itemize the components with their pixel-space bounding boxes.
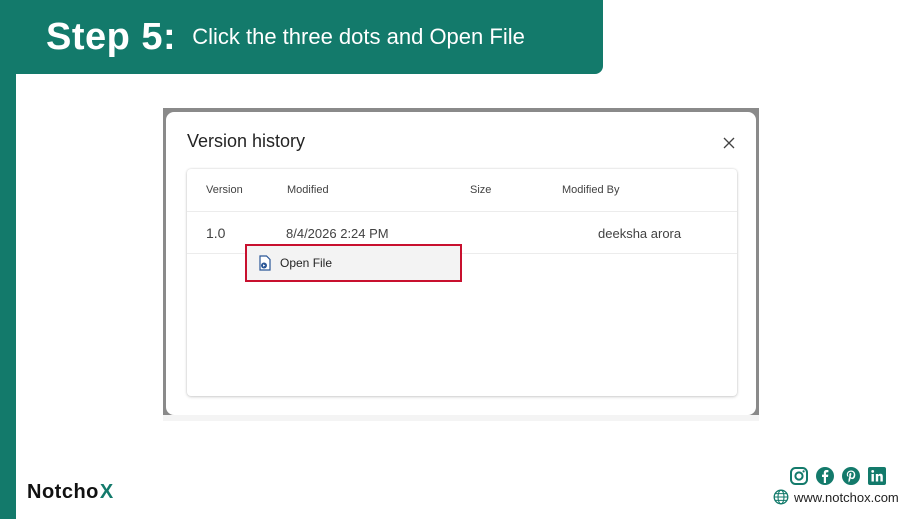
background-strip: [163, 415, 759, 421]
column-header-size[interactable]: Size: [470, 184, 491, 196]
step-number: Step 5:: [46, 15, 177, 58]
version-cell: 1.0: [206, 225, 226, 241]
brand-name: Notcho: [27, 480, 99, 503]
open-file-menu-item[interactable]: Open File: [245, 244, 462, 282]
notchox-logo: Notcho X: [27, 480, 114, 504]
header-divider: [187, 211, 737, 212]
linkedin-icon[interactable]: [867, 466, 887, 486]
brand-mark: X: [99, 480, 114, 503]
dialog-title: Version history: [187, 131, 306, 151]
globe-icon: [773, 489, 789, 505]
facebook-icon[interactable]: [815, 466, 835, 486]
column-header-version[interactable]: Version: [206, 184, 243, 196]
column-header-modified-by[interactable]: Modified By: [562, 184, 619, 196]
screenshot-frame: Version history Version Modified Size Mo…: [163, 108, 759, 421]
open-file-label: Open File: [280, 256, 333, 270]
version-history-dialog: Version history Version Modified Size Mo…: [166, 112, 756, 415]
left-accent-bar: [0, 0, 16, 519]
open-file-icon: [259, 255, 271, 271]
step-description: Click the three dots and Open File: [192, 24, 525, 49]
close-icon[interactable]: [722, 136, 736, 150]
website-link[interactable]: www.notchox.com: [773, 489, 899, 505]
website-url: www.notchox.com: [794, 489, 899, 505]
modified-by-cell: deeksha arora: [598, 226, 682, 241]
column-header-modified[interactable]: Modified: [287, 184, 329, 196]
step-banner: Step 5: Click the three dots and Open Fi…: [0, 0, 603, 74]
instagram-icon[interactable]: [789, 466, 809, 486]
social-links: [789, 466, 887, 486]
version-table: Version Modified Size Modified By 1.0 8/…: [187, 169, 737, 396]
modified-cell: 8/4/2026 2:24 PM: [286, 226, 389, 241]
pinterest-icon[interactable]: [841, 466, 861, 486]
